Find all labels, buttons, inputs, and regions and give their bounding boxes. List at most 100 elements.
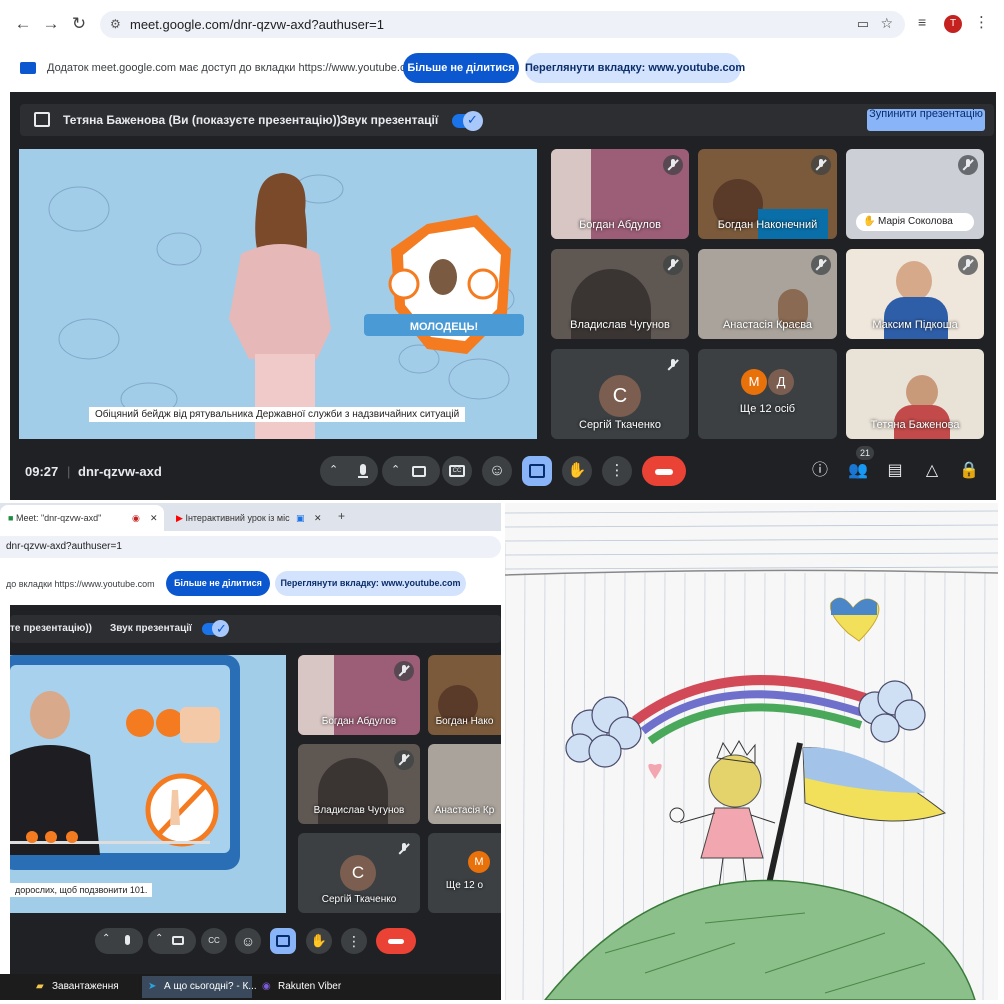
present-screen-icon [276,935,290,947]
camera-icon[interactable] [172,936,184,945]
url-text: meet.google.com/dnr-qzvw-axd?authuser=1 [130,17,385,32]
emoji-button[interactable]: ☺ [482,456,512,486]
more-participants-tile[interactable]: М Д Ще 12 осіб [698,349,837,439]
more-participants-label: Ще 12 осіб [739,403,796,415]
stop-sharing-button[interactable]: Більше не ділитися [403,53,519,83]
present-button[interactable] [270,928,296,954]
address-bar[interactable]: dnr-qzvw-axd?authuser=1 [0,536,501,558]
taskbar-item-viber[interactable]: ◉ Rakuten Viber [256,976,356,998]
raise-hand-button[interactable]: ✋ [306,928,332,954]
stop-presenting-button[interactable]: Зупинити презентацію [867,109,985,131]
camera-icon[interactable]: ▭ [857,16,869,32]
chevron-up-icon[interactable]: ⌃ [102,933,110,944]
participant-tile[interactable]: Владислав Чугунов [551,249,689,339]
view-tab-button[interactable]: Переглянути вкладку: www.youtube.com [275,571,466,596]
taskbar-label: Rakuten Viber [278,981,342,992]
participant-name: Марія Соколова [878,216,953,227]
back-arrow-icon[interactable]: ← [12,13,34,35]
presentation-audio-label: Звук презентації [110,623,192,634]
presentation-stage: МОЛОДЕЦЬ! Обіцяний бейдж від рятувальник… [19,149,537,439]
chevron-up-icon[interactable]: ⌃ [329,463,338,476]
microphone-icon[interactable] [125,935,130,945]
view-tab-button[interactable]: Переглянути вкладку: www.youtube.com [525,53,745,83]
leave-call-button[interactable] [376,928,416,954]
site-settings-icon[interactable]: ⚙ [110,17,121,31]
profile-avatar[interactable]: T [944,15,962,33]
camera-control[interactable]: ⌃ [382,456,440,486]
mic-control[interactable]: ⌃ [95,928,143,954]
bookmark-star-icon[interactable]: ☆ [880,15,893,32]
participant-name: Максим Підкоша [872,319,958,331]
chat-icon[interactable]: ▤ [884,460,906,482]
participant-name: Богдан Абдулов [321,716,397,727]
address-bar[interactable]: ⚙ meet.google.com/dnr-qzvw-axd?authuser=… [100,11,905,38]
info-icon[interactable]: ⓘ [809,460,831,482]
participant-tile[interactable]: Тетяна Баженова [846,349,984,439]
participant-tile[interactable]: Анастасія Краєва [698,249,837,339]
more-participants-label: Ще 12 о [445,880,484,891]
participant-avatar: С [340,855,376,891]
participant-tile[interactable]: С Сергій Ткаченко [551,349,689,439]
tab-meet[interactable]: ■ Meet: "dnr-qzvw-axd" ◉ ✕ [0,505,164,531]
tab-youtube[interactable]: ▶ Інтерактивний урок із міс ▣ ✕ [168,505,332,531]
forward-arrow-icon[interactable]: → [40,13,62,35]
participant-tile[interactable]: Богдан Нако [428,655,501,735]
captions-button[interactable]: CC [442,456,472,486]
mic-off-icon [958,255,978,275]
tab-share-icon [20,62,36,74]
kebab-menu-icon[interactable]: ⋮ [974,13,989,31]
new-tab-icon[interactable]: + [338,509,345,523]
mic-control[interactable]: ⌃ [320,456,378,486]
participant-tile[interactable]: Богдан Абдулов [298,655,420,735]
emoji-button[interactable]: ☺ [235,928,261,954]
microphone-icon[interactable] [360,464,366,475]
media-control-icon[interactable]: ≡ [918,14,926,30]
participant-tile[interactable]: Анастасія Кр [428,744,501,824]
presentation-stage: дорослих, щоб подзвонити 101. [10,655,286,913]
present-button[interactable] [522,456,552,486]
kebab-menu-icon: ⋮ [347,933,361,949]
chevron-up-icon[interactable]: ⌃ [155,933,163,944]
camera-icon[interactable] [412,466,426,477]
participant-tile[interactable]: С Сергій Ткаченко [298,833,420,913]
mic-off-icon [394,661,414,681]
presenter-status: те презентацію)) [10,623,92,634]
taskbar-label: Завантаження [52,981,119,992]
tab-strip: ■ Meet: "dnr-qzvw-axd" ◉ ✕ ▶ Інтерактивн… [0,503,501,531]
close-icon[interactable]: ✕ [314,505,322,531]
people-icon[interactable]: 👥 [847,460,869,482]
participant-avatar: М [741,369,767,395]
stop-sharing-button[interactable]: Більше не ділитися [166,571,270,596]
participant-tile[interactable]: Максим Підкоша [846,249,984,339]
leave-call-button[interactable] [642,456,686,486]
taskbar-item-downloads[interactable]: ▰ Завантаження [30,976,130,998]
participant-tile[interactable]: Богдан Абдулов [551,149,689,239]
participant-name: Сергій Ткаченко [321,894,397,905]
participant-tile[interactable]: ✋ Марія Соколова [846,149,984,239]
presentation-audio-toggle[interactable] [202,620,229,637]
more-options-button[interactable]: ⋮ [341,928,367,954]
meeting-time: 09:27 [25,464,59,479]
raise-hand-button[interactable]: ✋ [562,456,592,486]
host-controls-lock-icon[interactable]: 🔒 [958,460,980,482]
camera-control[interactable]: ⌃ [148,928,196,954]
browser-window: ← → ↻ ⚙ meet.google.com/dnr-qzvw-axd?aut… [0,0,1004,92]
more-options-button[interactable]: ⋮ [602,456,632,486]
participant-tile[interactable]: Богдан Наконечний [698,149,837,239]
phone-hangup-icon [388,939,404,944]
participant-name: Анастасія Кр [434,805,495,816]
captions-button[interactable]: CC [201,928,227,954]
presenting-bar: те презентацію)) Звук презентації [10,615,501,643]
emoji-icon: ☺ [240,933,256,949]
chevron-up-icon[interactable]: ⌃ [391,463,400,476]
reload-icon[interactable]: ↻ [68,13,90,35]
presentation-audio-toggle[interactable] [452,111,483,131]
close-icon[interactable]: ✕ [150,505,158,531]
present-upload-icon [34,112,50,127]
more-participants-tile[interactable]: М Ще 12 о [428,833,501,913]
taskbar-item-telegram[interactable]: ➤ А що сьогодні? - К... [142,976,257,998]
meet-window: Тетяна Баженова (Ви (показуєте презентац… [10,92,996,500]
activities-icon[interactable]: △ [921,460,943,482]
participant-tile[interactable]: Владислав Чугунов [298,744,420,824]
participant-avatar: М [468,851,490,873]
